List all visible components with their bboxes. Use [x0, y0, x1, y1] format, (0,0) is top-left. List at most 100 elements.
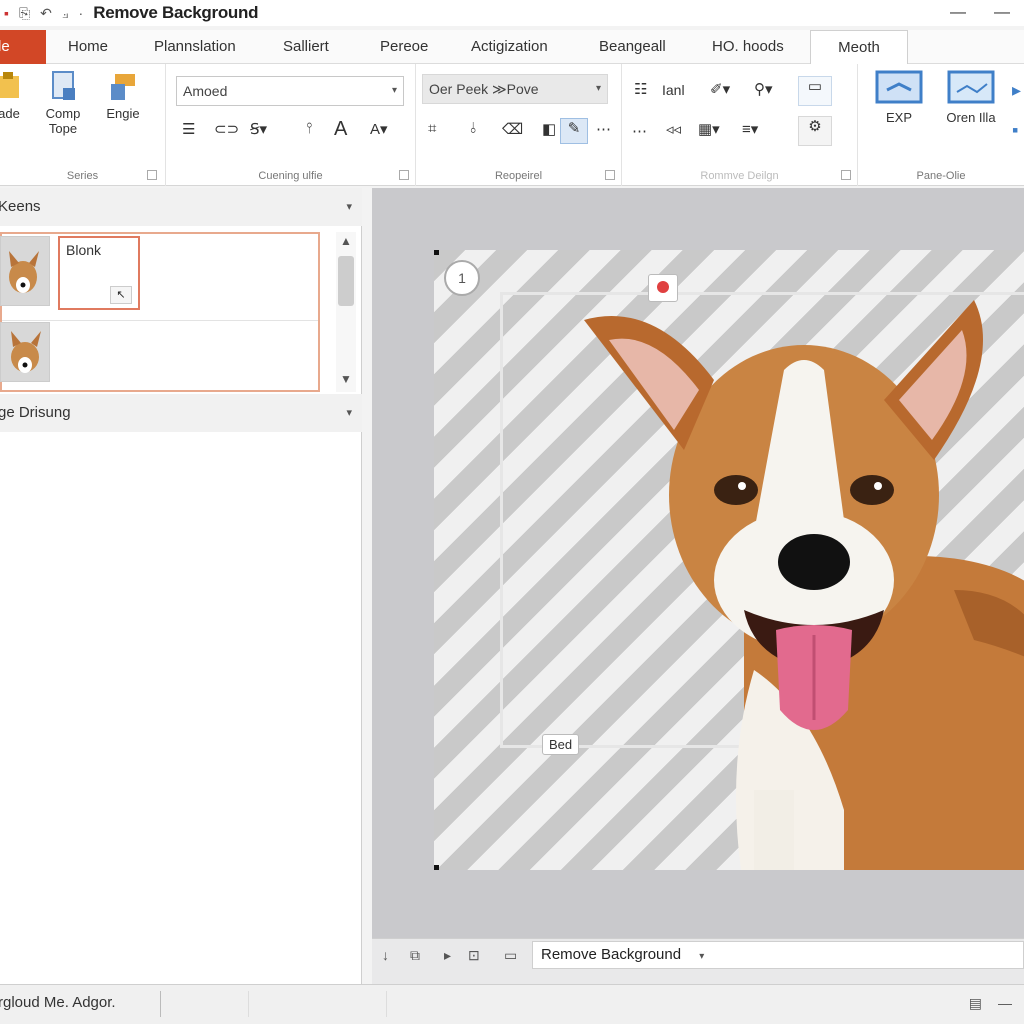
view-icon[interactable]: ▤ [969, 995, 982, 1012]
cursor-icon: ↖ [110, 286, 132, 304]
dotted-line-icon[interactable]: ⋯ [632, 122, 647, 140]
exp-button[interactable]: EXP [872, 70, 926, 125]
redo-icon[interactable]: ⟓ [62, 5, 69, 22]
arrow-down-icon[interactable]: ↓ [382, 947, 389, 963]
group-properties: Oer Peek ≫Pove ▾ ⌗ ⫰ ⌫ ◧ ✎ ⋯ Reopeirel [416, 64, 622, 186]
close-button[interactable]: — [994, 4, 1010, 22]
view-mode-select[interactable]: Remove Background ▾ [532, 941, 1024, 969]
minimize-button[interactable]: — [950, 4, 966, 22]
title-bar: ▪ ⎘ ↶ ⟓ · Remove Background — — [0, 0, 1024, 26]
text-direction-icon[interactable]: ⫯ [306, 120, 313, 137]
chevron-down-icon: ▾ [346, 201, 352, 213]
tab-pereoe[interactable]: Pereoe [380, 30, 428, 64]
tab-file[interactable]: le [0, 30, 46, 64]
paste-button[interactable]: ade [0, 70, 32, 121]
slide-thumbnail[interactable] [0, 236, 50, 306]
magic-wand-icon[interactable]: ⚲▾ [754, 80, 773, 98]
tab-meoth[interactable]: Meoth [810, 30, 908, 65]
quick-access-toolbar: ▪ ⎘ ↶ ⟓ · [0, 5, 83, 22]
slide-card-blonk[interactable]: Blonk ↖ [58, 236, 140, 310]
style-select[interactable]: Oer Peek ≫Pove ▾ [422, 74, 608, 104]
tab-plannslation[interactable]: Plannslation [154, 30, 236, 64]
tab-beangeall[interactable]: Beangeall [599, 30, 666, 64]
slide-thumbnail[interactable] [0, 322, 50, 382]
dog-image [584, 300, 1024, 870]
fit-icon[interactable]: ⊡ [468, 947, 480, 964]
settings-icon[interactable]: ⚙ [798, 116, 832, 146]
customize-icon[interactable]: · [79, 5, 84, 21]
dialog-launcher-icon[interactable] [147, 170, 157, 180]
font-select[interactable]: Amoed ▾ [176, 76, 404, 106]
align-icon[interactable]: ☰ [182, 120, 195, 138]
play-icon[interactable]: ▸ [444, 947, 451, 964]
slides-pane-header[interactable]: Keens ▾ [0, 188, 362, 226]
font-color-icon[interactable]: A▾ [370, 120, 388, 138]
dialog-launcher-icon[interactable] [399, 170, 409, 180]
divider [248, 991, 249, 1017]
item-label: Ianl [662, 82, 685, 98]
oren-illa-button[interactable]: Oren Illa [944, 70, 998, 125]
slide-list: Blonk ↖ [0, 232, 320, 392]
picture-icon[interactable]: ▭ [798, 76, 832, 106]
spacing-icon[interactable]: Ꞩ▾ [250, 120, 267, 138]
zoom-out-icon[interactable]: — [998, 995, 1012, 1012]
group-formatting: Amoed ▾ ☰ ⊂⊃ Ꞩ▾ ⫯ A A▾ Cuening ulfie [166, 64, 416, 186]
resize-handle[interactable] [434, 250, 439, 255]
list-icon[interactable]: ☷ [634, 80, 647, 98]
slide-list-scrollbar[interactable]: ▲ ▼ [336, 232, 356, 392]
folder-icon[interactable]: ▭ [504, 947, 517, 964]
dialog-launcher-icon[interactable] [841, 170, 851, 180]
comp-tope-button[interactable]: Comp Tope [40, 70, 86, 136]
chevron-down-icon[interactable]: ▼ [340, 372, 352, 386]
chevron-down-icon: ▾ [699, 951, 705, 962]
pin-marker-icon[interactable] [648, 274, 678, 302]
rewind-icon[interactable]: ◃◃ [666, 120, 681, 138]
mark-keep-icon[interactable]: ◧ [542, 120, 556, 138]
pencil-icon[interactable]: ✎ [560, 118, 588, 144]
dialog-launcher-icon[interactable] [605, 170, 615, 180]
expand-icon[interactable]: ▸ [1012, 80, 1021, 101]
more-icon[interactable]: ⋯ [596, 120, 611, 138]
eraser-icon[interactable]: ⌫ [502, 120, 523, 138]
section-header[interactable]: ge Drisung ▾ [0, 394, 362, 432]
copy-icon[interactable]: ⧉ [410, 947, 420, 964]
adjust-icon[interactable]: ⫰ [470, 120, 477, 137]
undo-icon[interactable]: ↶ [40, 5, 52, 22]
text-style-icon[interactable]: A [334, 118, 347, 141]
tab-actigization[interactable]: Actigization [471, 30, 548, 64]
puzzle-icon[interactable]: ▪ [1012, 120, 1018, 141]
engie-button[interactable]: Engie [100, 70, 146, 121]
region-marker-label[interactable]: Bed [542, 734, 580, 755]
group-label-formatting: Cuening ulfie [258, 170, 323, 182]
link-icon[interactable]: ⊂⊃ [214, 120, 239, 138]
resize-handle[interactable] [434, 865, 439, 870]
tab-ho-hoods[interactable]: HO. hoods [712, 30, 784, 64]
brush-icon[interactable]: ✐▾ [710, 80, 730, 98]
tab-salliert[interactable]: Salliert [283, 30, 329, 64]
chevron-down-icon: ▾ [391, 85, 397, 96]
editing-canvas: 1 Bed [372, 188, 1024, 938]
chevron-down-icon: ▾ [595, 83, 601, 94]
tab-home[interactable]: Home [68, 30, 108, 64]
table-icon[interactable]: ▦▾ [698, 120, 720, 138]
crop-icon[interactable]: ⌗ [428, 120, 436, 137]
lines-icon[interactable]: ≡▾ [742, 120, 758, 138]
slide-card-label: Blonk [66, 242, 102, 258]
screen-icon [875, 70, 923, 104]
app-icon: ▪ [4, 5, 9, 21]
group-series: ade Comp Tope Engie Series [0, 64, 166, 186]
chevron-up-icon[interactable]: ▲ [340, 234, 352, 248]
scrollbar-thumb[interactable] [338, 256, 354, 306]
document-icon [52, 71, 75, 100]
chevron-down-icon: ▾ [346, 407, 352, 419]
save-icon[interactable]: ⎘ [19, 5, 30, 22]
slide-canvas[interactable]: 1 Bed [434, 250, 1024, 870]
divider [386, 991, 387, 1017]
format-icon [111, 74, 135, 100]
ribbon-tabs: le Home Plannslation Salliert Pereoe Act… [0, 30, 1024, 65]
engie-label: Engie [106, 106, 140, 121]
divider [2, 320, 318, 321]
comp-tope-label: Comp Tope [45, 106, 81, 136]
canvas-bottom-toolbar: ↓ ⧉ ▸ ⊡ ▭ Remove Background ▾ [372, 938, 1024, 984]
magnifier-icon[interactable]: 1 [444, 260, 480, 296]
